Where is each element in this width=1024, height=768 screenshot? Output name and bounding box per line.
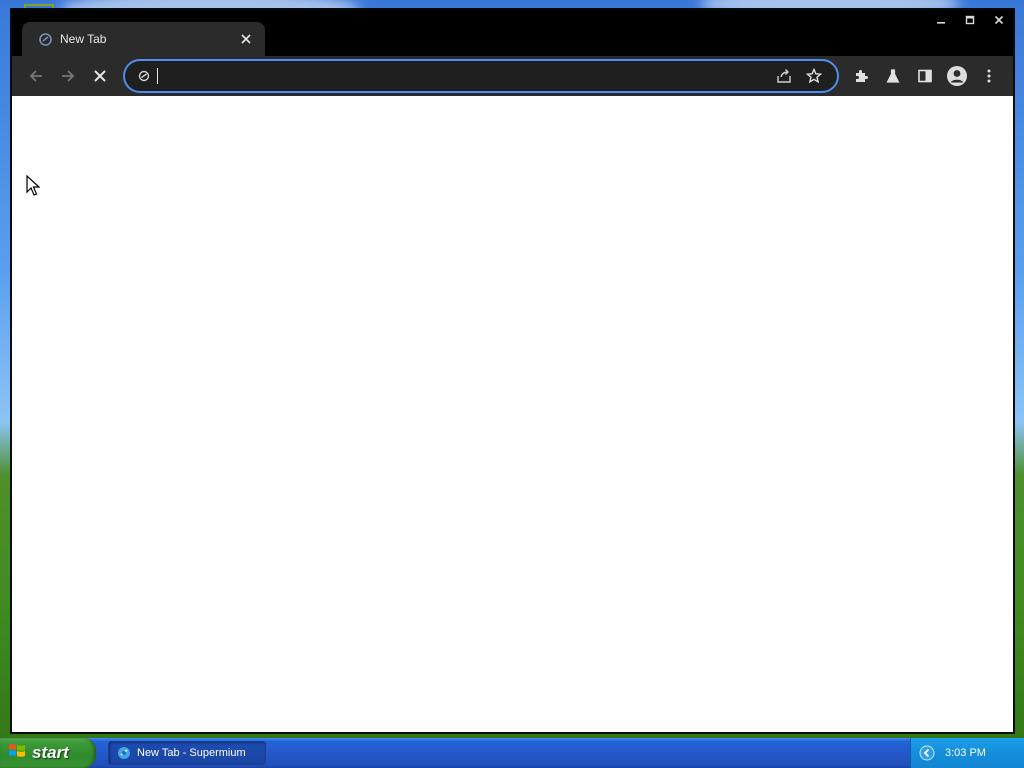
flask-icon[interactable] (877, 60, 909, 92)
taskbar-item-label: New Tab - Supermium (137, 747, 246, 759)
address-input[interactable] (159, 65, 769, 87)
page-content[interactable] (12, 96, 1013, 732)
profile-avatar-icon[interactable] (941, 60, 973, 92)
clock[interactable]: 3:03 PM (945, 747, 986, 759)
arrow-left-icon (29, 70, 42, 82)
chevron-left-icon[interactable] (919, 745, 935, 761)
supermium-favicon-icon (38, 32, 52, 46)
side-panel-icon[interactable] (909, 60, 941, 92)
forward-button[interactable] (52, 60, 84, 92)
close-icon[interactable] (237, 30, 255, 48)
tab-title: New Tab (60, 32, 107, 46)
system-tray: 3:03 PM (910, 738, 1024, 768)
puzzle-icon[interactable] (845, 60, 877, 92)
title-bar[interactable]: New Tab (12, 10, 1013, 56)
minimize-icon[interactable] (926, 10, 955, 30)
toolbar (12, 56, 1013, 96)
stop-icon (94, 70, 106, 82)
start-label: start (32, 743, 69, 762)
toolbar-right (845, 60, 1005, 92)
page-info-icon[interactable] (137, 69, 151, 83)
stop-button[interactable] (84, 60, 116, 92)
taskbar: start New Tab - Supermium 3:03 PM (0, 738, 1024, 768)
browser-window: New Tab (10, 8, 1015, 734)
star-icon[interactable] (799, 62, 829, 90)
supermium-icon (117, 746, 131, 760)
window-controls (926, 10, 1013, 30)
share-icon[interactable] (769, 62, 799, 90)
window-close-icon[interactable] (984, 10, 1013, 30)
maximize-icon[interactable] (955, 10, 984, 30)
start-button[interactable]: start (0, 738, 96, 768)
tab-new-tab[interactable]: New Tab (22, 22, 265, 56)
taskbar-item-supermium[interactable]: New Tab - Supermium (108, 741, 266, 765)
address-bar[interactable] (123, 59, 839, 93)
back-button[interactable] (20, 60, 52, 92)
text-caret (157, 68, 158, 84)
kebab-menu-icon[interactable] (973, 60, 1005, 92)
windows-logo-icon (8, 742, 26, 765)
arrow-right-icon (62, 70, 75, 82)
mouse-cursor-icon (26, 174, 41, 202)
